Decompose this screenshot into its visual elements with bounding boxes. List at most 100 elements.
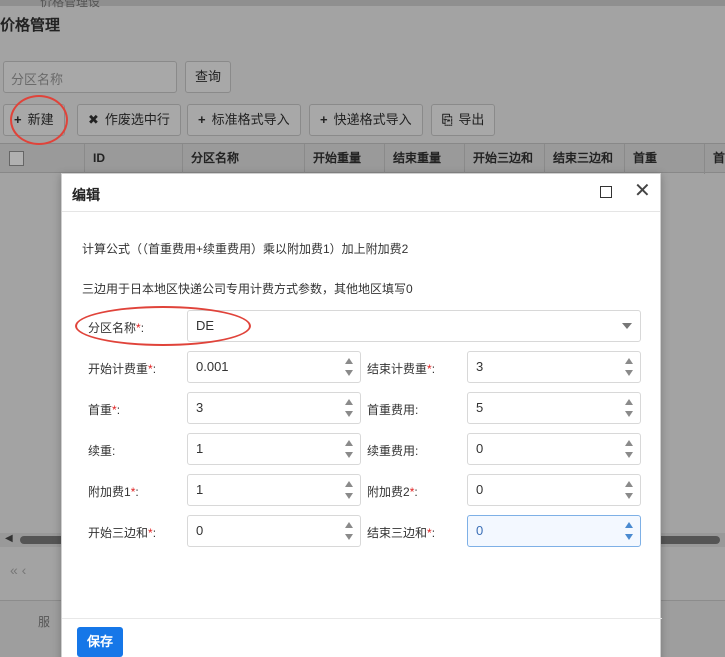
field-value: 0: [476, 523, 484, 538]
scroll-left-icon[interactable]: ◀: [5, 533, 13, 544]
stepper-icon[interactable]: [625, 480, 635, 502]
stepper-icon[interactable]: [345, 439, 355, 461]
stepper-icon[interactable]: [625, 439, 635, 461]
surcharge2-input[interactable]: 0: [467, 474, 641, 506]
field-label: 附加费2*:: [367, 485, 418, 499]
field-label-text: 附加费2: [367, 485, 410, 499]
new-button-label: 新建: [27, 112, 54, 127]
column-header[interactable]: 分区名称: [182, 144, 304, 174]
chevron-down-icon[interactable]: [622, 323, 632, 329]
end-dimension-sum-input[interactable]: 0: [467, 515, 641, 547]
formula-note: 计算公式（（首重费用+续重费用）乘以附加费1）加上附加费2: [82, 242, 409, 256]
export-icon: ⎘: [442, 112, 453, 127]
standard-import-button[interactable]: + 标准格式导入: [187, 104, 301, 136]
page-title: 价格管理: [0, 17, 61, 34]
dialog-footer: 保存: [62, 618, 662, 657]
field-value: 0: [196, 523, 204, 538]
zone-select[interactable]: DE: [187, 310, 641, 342]
zone-label-text: 分区名称: [88, 321, 137, 335]
field-label: 结束三边和*:: [367, 526, 436, 540]
field-label: 结束计费重*:: [367, 362, 436, 376]
maximize-icon[interactable]: [600, 186, 612, 198]
column-header[interactable]: 开始三边和: [464, 144, 544, 174]
field-value: 0: [476, 482, 484, 497]
express-import-label: 快递格式导入: [333, 112, 412, 127]
zone-value: DE: [196, 318, 215, 333]
column-header[interactable]: 首: [704, 144, 725, 174]
void-selected-label: 作废选中行: [104, 112, 170, 127]
first-weight-fee-input[interactable]: 5: [467, 392, 641, 424]
required-mark: *: [136, 321, 141, 335]
field-label: 开始三边和*:: [88, 526, 157, 540]
table-header: ID 分区名称 开始重量 结束重量 开始三边和 结束三边和 首重 首: [0, 143, 725, 174]
field-value: 0: [476, 441, 484, 456]
edit-dialog: 编辑 ✕ 计算公式（（首重费用+续重费用）乘以附加费1）加上附加费2 三边用于日…: [61, 173, 662, 657]
first-weight-input[interactable]: 3: [187, 392, 361, 424]
top-tab-label: 价格管理设: [40, 0, 101, 9]
field-value: 0.001: [196, 359, 229, 374]
required-mark: *: [409, 485, 415, 499]
dimension-note: 三边用于日本地区快递公司专用计费方式参数，其他地区填写0: [82, 282, 413, 296]
field-label-text: 结束计费重: [367, 362, 428, 376]
zone-label: 分区名称*:: [88, 321, 145, 335]
field-label-text: 开始三边和: [88, 526, 149, 540]
export-button[interactable]: ⎘ 导出: [431, 104, 496, 136]
column-header[interactable]: 结束重量: [384, 144, 464, 174]
stepper-icon[interactable]: [625, 521, 635, 543]
field-label: 首重费用:: [367, 403, 419, 417]
express-import-button[interactable]: + 快递格式导入: [309, 104, 423, 136]
stepper-icon[interactable]: [345, 480, 355, 502]
stepper-icon[interactable]: [345, 357, 355, 379]
field-label-text: 结束三边和: [367, 526, 428, 540]
standard-import-label: 标准格式导入: [211, 112, 290, 127]
column-header[interactable]: 结束三边和: [544, 144, 624, 174]
required-mark: *: [130, 485, 136, 499]
required-mark: *: [112, 403, 117, 417]
field-label: 续重费用:: [367, 444, 419, 458]
field-label-text: 附加费1: [88, 485, 131, 499]
start-dimension-sum-input[interactable]: 0: [187, 515, 361, 547]
field-value: 3: [196, 400, 204, 415]
stepper-icon[interactable]: [345, 398, 355, 420]
column-header[interactable]: 首重: [624, 144, 704, 174]
field-label-text: 续重费用: [367, 444, 416, 458]
save-button[interactable]: 保存: [77, 627, 123, 657]
additional-weight-input[interactable]: 1: [187, 433, 361, 465]
column-header[interactable]: 开始重量: [304, 144, 384, 174]
field-label: 首重*:: [88, 403, 121, 417]
plus-icon: +: [198, 112, 206, 127]
column-header[interactable]: ID: [84, 144, 182, 174]
query-button[interactable]: 查询: [185, 61, 231, 93]
dialog-header: 编辑 ✕: [62, 174, 660, 212]
field-label: 附加费1*:: [88, 485, 139, 499]
field-label: 开始计费重*:: [88, 362, 157, 376]
required-mark: *: [148, 526, 153, 540]
plus-icon: +: [14, 112, 22, 127]
field-label-text: 开始计费重: [88, 362, 149, 376]
new-button[interactable]: + 新建: [3, 104, 65, 136]
select-all-checkbox[interactable]: [9, 151, 24, 166]
close-icon[interactable]: ✕: [634, 181, 651, 201]
export-label: 导出: [458, 112, 485, 127]
dialog-body: 计算公式（（首重费用+续重费用）乘以附加费1）加上附加费2 三边用于日本地区快递…: [72, 224, 652, 614]
end-weight-input[interactable]: 3: [467, 351, 641, 383]
stepper-icon[interactable]: [625, 357, 635, 379]
plus-icon: +: [320, 112, 328, 127]
additional-weight-fee-input[interactable]: 0: [467, 433, 641, 465]
void-selected-button[interactable]: ✖ 作废选中行: [77, 104, 181, 136]
dialog-title: 编辑: [72, 187, 100, 203]
close-icon: ✖: [88, 112, 99, 127]
field-value: 1: [196, 441, 204, 456]
field-value: 1: [196, 482, 204, 497]
footer-item: 服: [38, 615, 51, 629]
start-weight-input[interactable]: 0.001: [187, 351, 361, 383]
stepper-icon[interactable]: [625, 398, 635, 420]
stepper-icon[interactable]: [345, 521, 355, 543]
surcharge1-input[interactable]: 1: [187, 474, 361, 506]
pager[interactable]: « ‹: [10, 562, 26, 578]
search-input[interactable]: 分区名称: [3, 61, 177, 93]
field-value: 3: [476, 359, 484, 374]
required-mark: *: [427, 526, 432, 540]
top-tab-strip: 价格管理设: [0, 0, 725, 9]
field-value: 5: [476, 400, 484, 415]
